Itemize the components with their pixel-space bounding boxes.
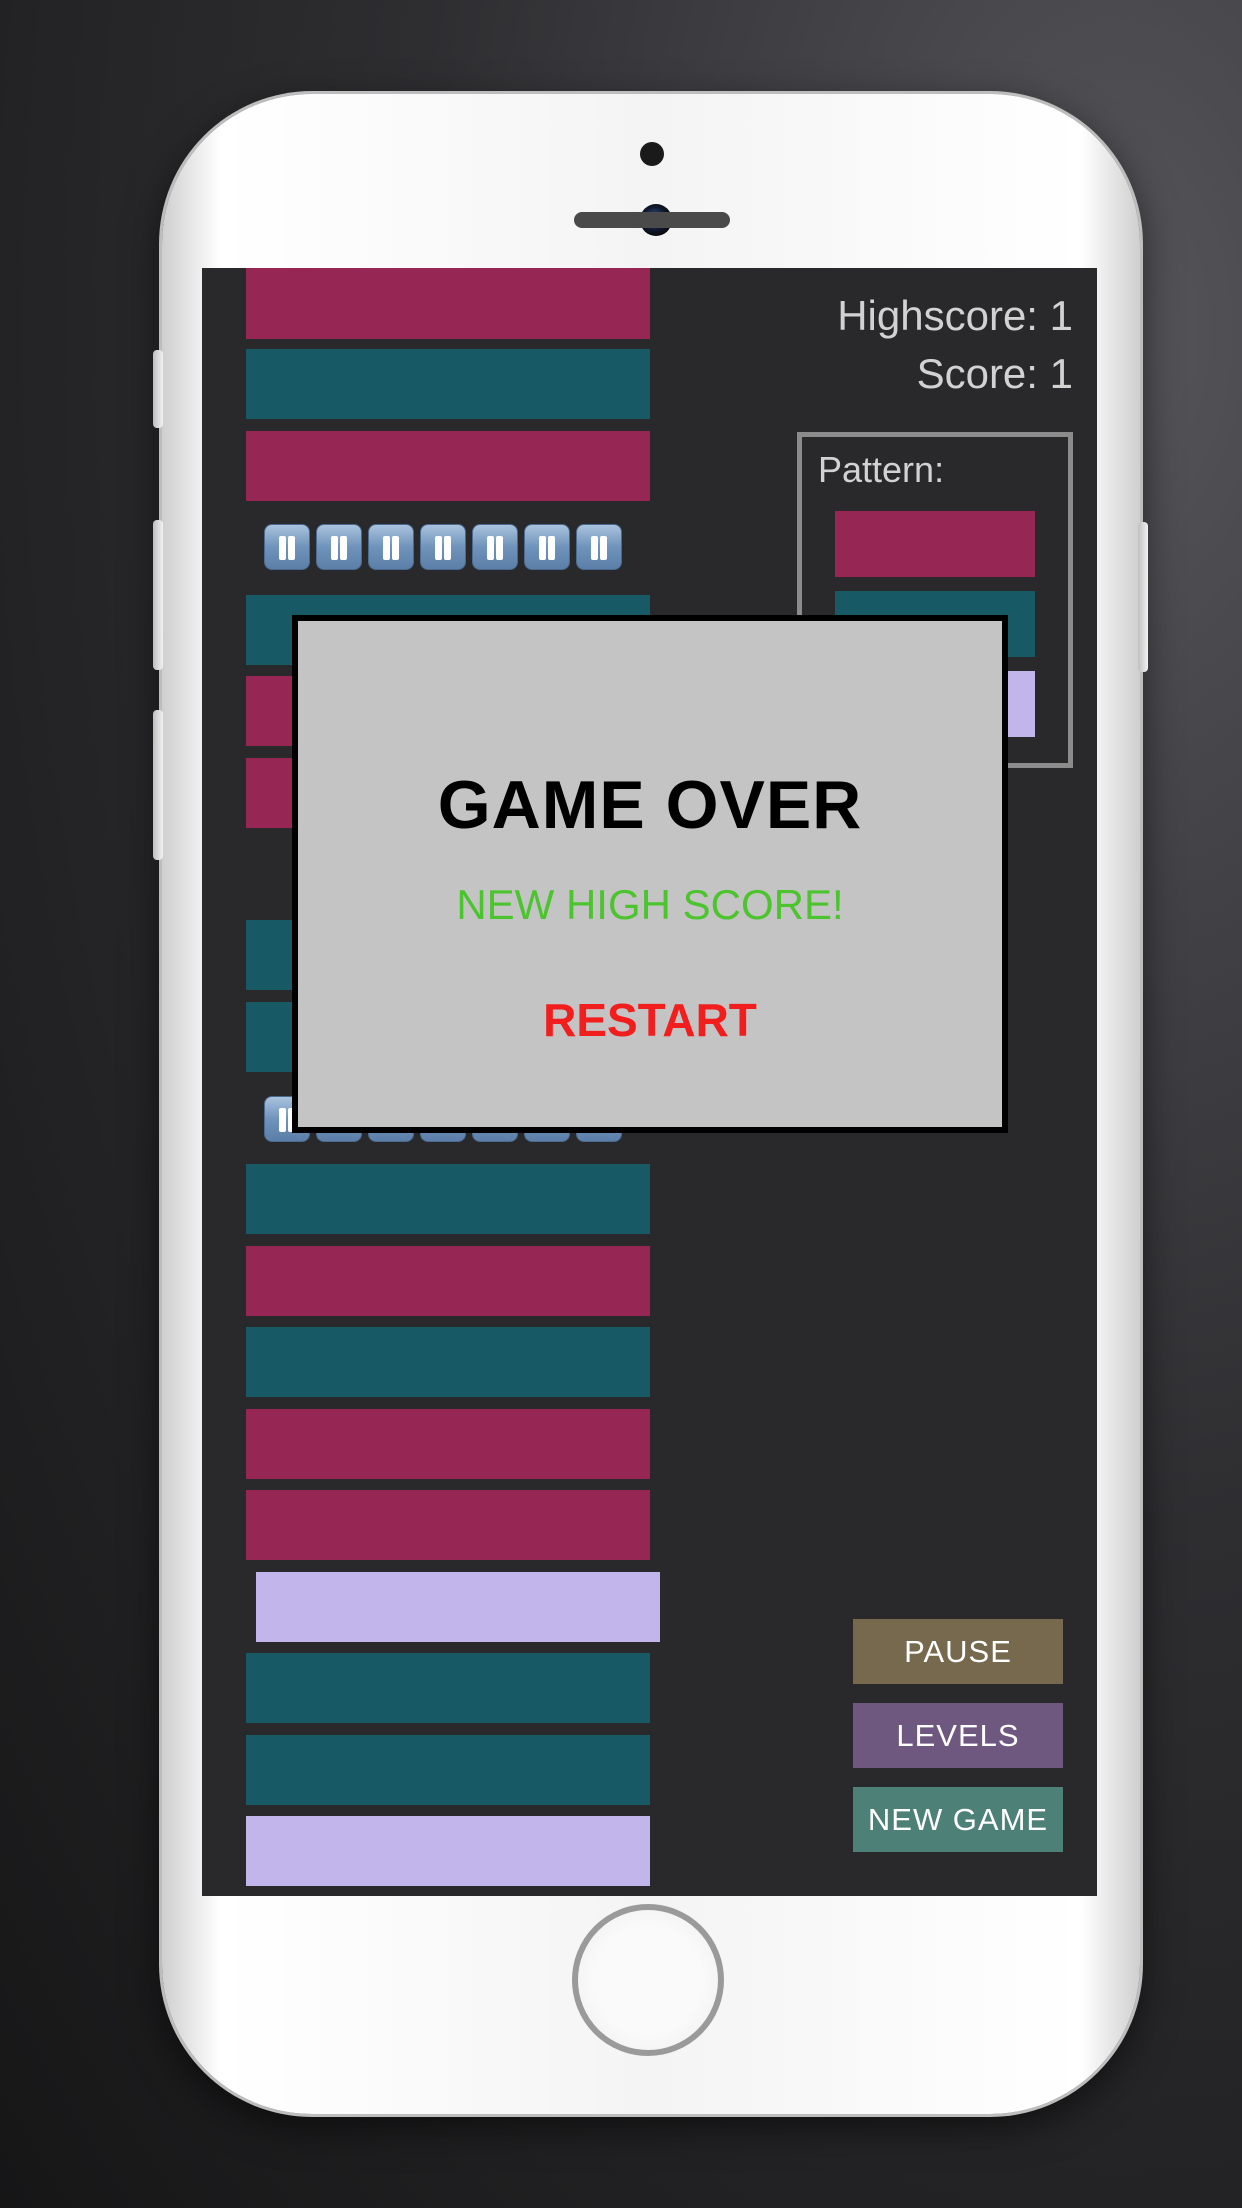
stack-block-teal [246,1164,650,1234]
earpiece-speaker [574,212,730,228]
stack-block-teal [246,1653,650,1723]
power-button [1138,522,1148,672]
volume-down-button [153,710,163,860]
game-over-title: GAME OVER [437,767,863,843]
pause-icon [472,524,518,570]
pause-icon [316,524,362,570]
pattern-title: Pattern: [818,449,945,490]
stack-block-teal [246,1327,650,1397]
game-over-dialog: GAME OVER NEW HIGH SCORE! RESTART [292,615,1008,1133]
stack-block-teal [246,1735,650,1805]
pause-icon [420,524,466,570]
new-game-button[interactable]: NEW GAME [853,1787,1063,1852]
home-button[interactable] [572,1904,724,2056]
pause-icon-row [264,524,622,570]
pattern-block-magenta [835,511,1035,577]
pause-button[interactable]: PAUSE [853,1619,1063,1684]
falling-block-lavender[interactable] [256,1572,660,1642]
stack-block-magenta [246,268,650,339]
pause-icon [264,524,310,570]
pause-icon [576,524,622,570]
levels-button[interactable]: LEVELS [853,1703,1063,1768]
pause-icon [368,524,414,570]
stack-block-magenta [246,1409,650,1479]
stack-block-magenta [246,1490,650,1560]
stack-block-magenta [246,1246,650,1316]
stack-block-teal [246,349,650,419]
mute-switch [153,350,163,428]
stack-block-lavender [246,1816,650,1886]
volume-up-button [153,520,163,670]
score-label: Score: 1 [916,350,1073,397]
pause-icon [524,524,570,570]
proximity-sensor [640,142,664,166]
stack-block-magenta [246,431,650,501]
highscore-label: Highscore: 1 [837,292,1073,339]
restart-button[interactable]: RESTART [298,993,1002,1047]
new-high-score-label: NEW HIGH SCORE! [456,881,844,928]
